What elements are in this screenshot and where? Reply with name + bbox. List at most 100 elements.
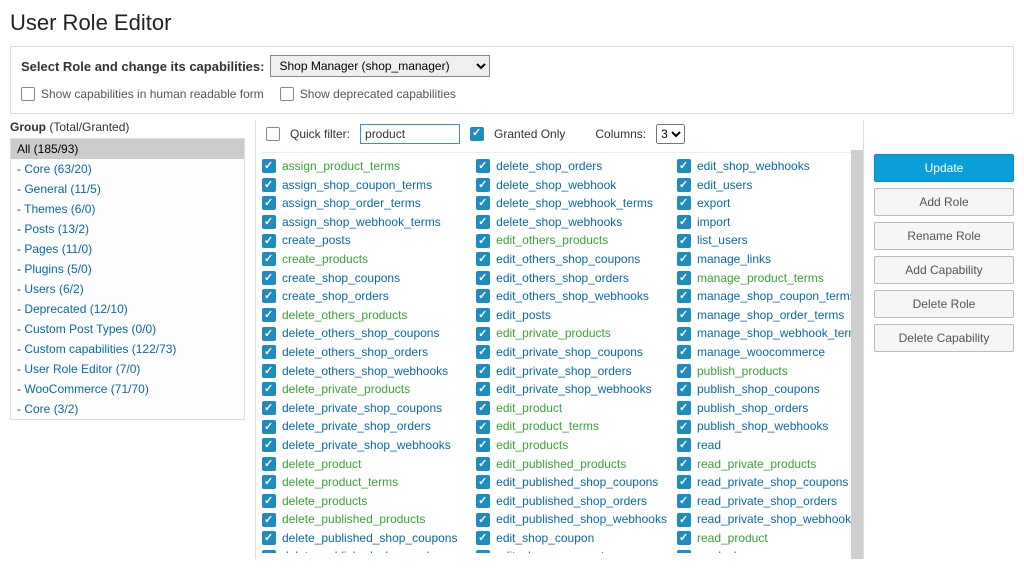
capability-label[interactable]: delete_others_shop_orders (282, 343, 428, 362)
capability-checkbox[interactable] (476, 438, 490, 452)
capability-label[interactable]: publish_shop_orders (697, 399, 808, 418)
capability-item[interactable]: export (677, 194, 857, 213)
capability-checkbox[interactable] (262, 271, 276, 285)
capability-item[interactable]: delete_product_terms (262, 473, 466, 492)
capability-checkbox[interactable] (677, 215, 691, 229)
capability-checkbox[interactable] (262, 234, 276, 248)
capability-label[interactable]: delete_private_shop_webhooks (282, 436, 451, 455)
add-role-button[interactable]: Add Role (874, 188, 1014, 216)
capability-label[interactable]: read_shop_coupon (697, 547, 800, 553)
update-button[interactable]: Update (874, 154, 1014, 182)
capability-checkbox[interactable] (476, 234, 490, 248)
capability-checkbox[interactable] (677, 289, 691, 303)
capability-label[interactable]: delete_published_products (282, 510, 425, 529)
capability-label[interactable]: edit_users (697, 176, 752, 195)
capability-item[interactable]: delete_shop_orders (476, 157, 667, 176)
capability-label[interactable]: assign_shop_webhook_terms (282, 213, 441, 232)
opt-human-readable[interactable]: Show capabilities in human readable form (21, 87, 264, 101)
capability-item[interactable]: edit_private_shop_webhooks (476, 380, 667, 399)
capability-label[interactable]: delete_others_shop_webhooks (282, 362, 448, 381)
group-item[interactable]: Plugins (5/0) (11, 259, 244, 279)
capability-item[interactable]: edit_posts (476, 306, 667, 325)
capability-label[interactable]: list_users (697, 231, 748, 250)
capability-label[interactable]: manage_shop_order_terms (697, 306, 844, 325)
capability-item[interactable]: edit_others_shop_orders (476, 269, 667, 288)
capability-checkbox[interactable] (677, 178, 691, 192)
capability-item[interactable]: delete_others_shop_coupons (262, 324, 466, 343)
capability-item[interactable]: assign_product_terms (262, 157, 466, 176)
capability-label[interactable]: manage_shop_webhook_terms (697, 324, 857, 343)
capability-checkbox[interactable] (677, 401, 691, 415)
capability-label[interactable]: edit_published_shop_coupons (496, 473, 658, 492)
capability-item[interactable]: delete_published_products (262, 510, 466, 529)
capability-checkbox[interactable] (677, 420, 691, 434)
capability-label[interactable]: edit_shop_webhooks (697, 157, 810, 176)
capability-checkbox[interactable] (677, 345, 691, 359)
capability-item[interactable]: create_shop_orders (262, 287, 466, 306)
capability-label[interactable]: read_private_products (697, 455, 816, 474)
capability-label[interactable]: create_posts (282, 231, 351, 250)
capability-checkbox[interactable] (262, 308, 276, 322)
capability-label[interactable]: export (697, 194, 730, 213)
capability-checkbox[interactable] (262, 475, 276, 489)
capability-label[interactable]: read (697, 436, 721, 455)
capability-item[interactable]: edit_others_shop_webhooks (476, 287, 667, 306)
capability-item[interactable]: manage_shop_webhook_terms (677, 324, 857, 343)
capability-item[interactable]: manage_product_terms (677, 269, 857, 288)
capability-item[interactable]: manage_links (677, 250, 857, 269)
capability-checkbox[interactable] (262, 327, 276, 341)
capability-label[interactable]: delete_shop_orders (496, 157, 602, 176)
delete-capability-button[interactable]: Delete Capability (874, 324, 1014, 352)
quick-filter-input[interactable] (360, 124, 460, 144)
capability-checkbox[interactable] (476, 531, 490, 545)
capability-checkbox[interactable] (677, 531, 691, 545)
capability-checkbox[interactable] (262, 345, 276, 359)
role-select[interactable]: Shop Manager (shop_manager) (270, 55, 490, 77)
capability-item[interactable]: edit_shop_webhooks (677, 157, 857, 176)
capability-item[interactable]: create_products (262, 250, 466, 269)
capability-label[interactable]: edit_others_shop_webhooks (496, 287, 649, 306)
group-item[interactable]: Users (6/2) (11, 279, 244, 299)
capability-label[interactable]: edit_private_shop_orders (496, 362, 631, 381)
capability-label[interactable]: read_product (697, 529, 768, 548)
capability-checkbox[interactable] (677, 550, 691, 553)
capability-item[interactable]: delete_others_products (262, 306, 466, 325)
capability-label[interactable]: delete_others_shop_coupons (282, 324, 439, 343)
capability-item[interactable]: create_shop_coupons (262, 269, 466, 288)
capability-label[interactable]: read_private_shop_coupons (697, 473, 848, 492)
capability-checkbox[interactable] (476, 196, 490, 210)
capability-label[interactable]: edit_shop_coupon_terms (496, 547, 631, 553)
rename-role-button[interactable]: Rename Role (874, 222, 1014, 250)
capability-checkbox[interactable] (476, 345, 490, 359)
capability-label[interactable]: publish_products (697, 362, 788, 381)
capability-checkbox[interactable] (476, 271, 490, 285)
capability-item[interactable]: edit_shop_coupon_terms (476, 547, 667, 553)
group-item[interactable]: General (11/5) (11, 179, 244, 199)
capability-checkbox[interactable] (262, 196, 276, 210)
capability-label[interactable]: delete_products (282, 492, 367, 511)
add-capability-button[interactable]: Add Capability (874, 256, 1014, 284)
capability-checkbox[interactable] (476, 327, 490, 341)
capability-checkbox[interactable] (677, 196, 691, 210)
opt-deprecated-checkbox[interactable] (280, 87, 294, 101)
capability-label[interactable]: assign_shop_coupon_terms (282, 176, 432, 195)
capability-item[interactable]: edit_users (677, 176, 857, 195)
capability-checkbox[interactable] (677, 513, 691, 527)
capabilities-list[interactable]: assign_product_termsassign_shop_coupon_t… (262, 153, 857, 553)
group-item[interactable]: Pages (11/0) (11, 239, 244, 259)
capability-label[interactable]: delete_published_shop_orders (282, 547, 446, 553)
capability-label[interactable]: create_shop_coupons (282, 269, 400, 288)
capability-label[interactable]: manage_links (697, 250, 771, 269)
capability-item[interactable]: manage_shop_coupon_terms (677, 287, 857, 306)
capability-label[interactable]: delete_product_terms (282, 473, 398, 492)
capability-label[interactable]: edit_published_shop_webhooks (496, 510, 667, 529)
columns-select[interactable]: 3 (656, 124, 685, 144)
capability-label[interactable]: read_private_shop_webhooks (697, 510, 857, 529)
capability-checkbox[interactable] (262, 159, 276, 173)
capability-checkbox[interactable] (476, 401, 490, 415)
capability-checkbox[interactable] (262, 420, 276, 434)
capability-item[interactable]: import (677, 213, 857, 232)
capability-item[interactable]: delete_private_shop_webhooks (262, 436, 466, 455)
capability-item[interactable]: read_private_shop_coupons (677, 473, 857, 492)
capability-checkbox[interactable] (262, 401, 276, 415)
